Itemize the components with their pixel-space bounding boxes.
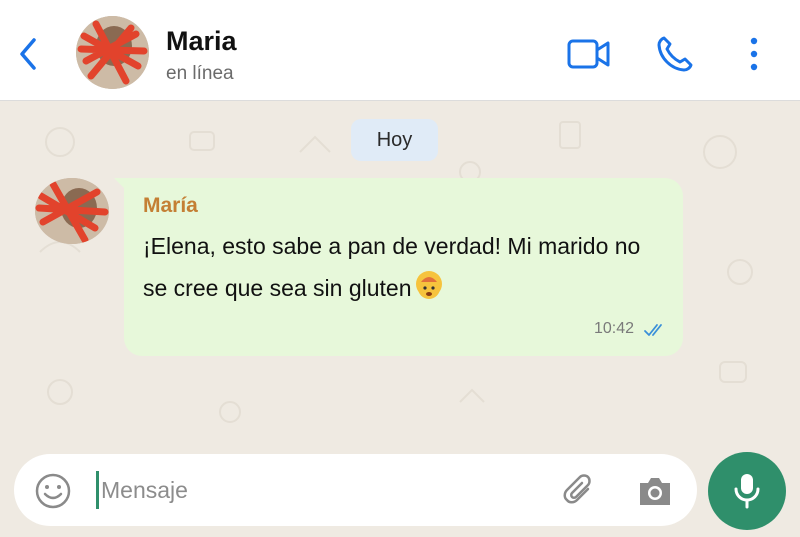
microphone-button[interactable] <box>708 452 786 530</box>
contact-name[interactable]: Maria <box>166 26 237 57</box>
chat-header: Maria en línea <box>0 0 800 101</box>
contact-status: en línea <box>166 63 234 84</box>
camera-icon[interactable] <box>636 473 674 509</box>
emoji-icon[interactable] <box>33 471 73 511</box>
text-caret <box>96 471 99 509</box>
message-text-content: ¡Elena, esto sabe a pan de verdad! Mi ma… <box>143 233 641 301</box>
exploding-head-emoji <box>415 271 442 299</box>
phone-icon[interactable] <box>655 34 695 74</box>
more-vertical-icon[interactable] <box>744 34 764 74</box>
message-time: 10:42 <box>594 320 635 337</box>
paperclip-icon[interactable] <box>560 471 600 511</box>
microphone-icon <box>734 474 760 509</box>
contact-avatar[interactable] <box>76 16 149 89</box>
video-call-icon[interactable] <box>566 36 612 72</box>
date-chip: Hoy <box>351 119 438 161</box>
sender-avatar[interactable] <box>35 178 109 244</box>
message-input[interactable] <box>101 468 541 512</box>
sender-name: María <box>143 194 198 217</box>
back-chevron-icon[interactable] <box>14 34 44 74</box>
read-ticks-icon <box>644 324 662 336</box>
message-text: ¡Elena, esto sabe a pan de verdad! Mi ma… <box>143 225 663 309</box>
